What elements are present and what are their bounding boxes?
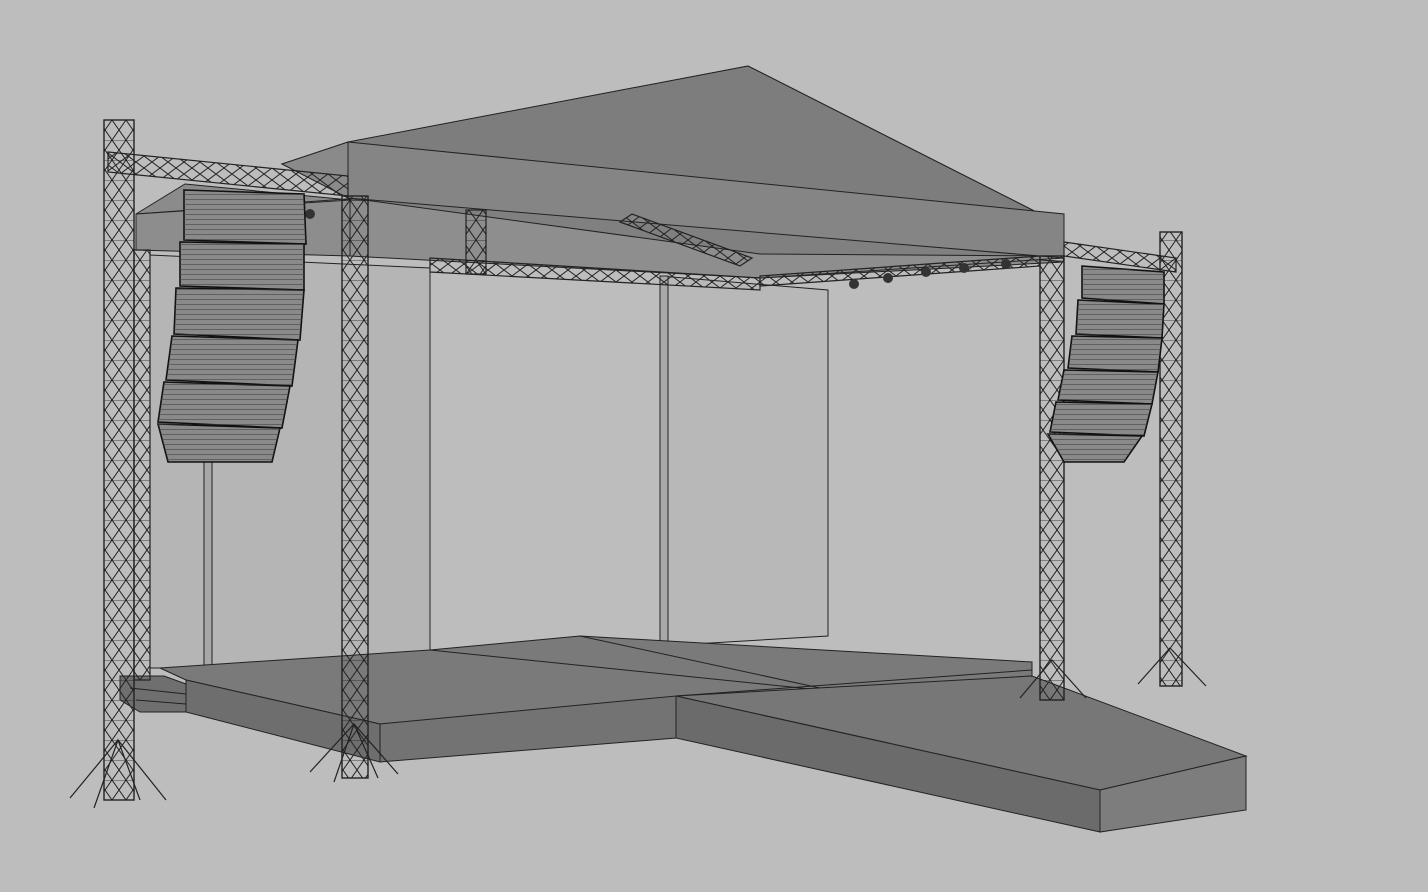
spotlight-icon	[1001, 259, 1011, 269]
truss-beam-top-right	[1063, 241, 1177, 273]
spotlight-icon	[883, 273, 893, 283]
cad-viewport[interactable]	[0, 0, 1428, 892]
truss-column-back-center	[465, 209, 487, 275]
spotlight-icon	[305, 209, 315, 219]
spotlight-icon	[959, 263, 969, 273]
back-wall-right	[659, 275, 829, 647]
stage-scene	[69, 65, 1248, 833]
spotlight-icon	[849, 279, 859, 289]
spotlight-icon	[921, 267, 931, 277]
stage-runway	[675, 675, 1248, 833]
line-array-speaker-right	[1046, 265, 1165, 463]
truss-column-back-left	[133, 249, 151, 681]
